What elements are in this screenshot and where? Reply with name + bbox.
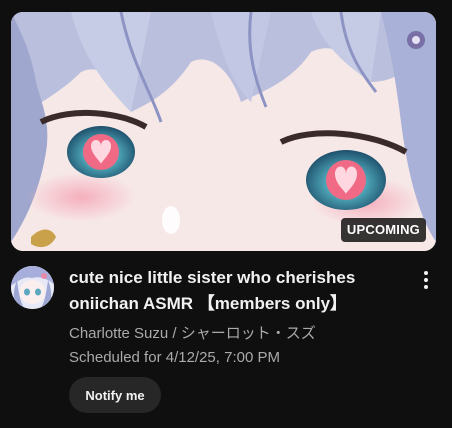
notify-me-button[interactable]: Notify me bbox=[69, 377, 161, 413]
kebab-dot bbox=[424, 271, 428, 275]
video-title-line-1: cute nice little sister who cherishes bbox=[69, 268, 356, 287]
kebab-dot bbox=[424, 285, 428, 289]
thumbnail-artwork bbox=[11, 12, 436, 251]
upcoming-badge: UPCOMING bbox=[340, 218, 426, 242]
more-vert-icon[interactable] bbox=[414, 268, 438, 292]
video-thumbnail[interactable]: UPCOMING bbox=[11, 12, 436, 251]
video-card: UPCOMING cute nice little sister who che… bbox=[0, 0, 452, 428]
video-title[interactable]: cute nice little sister who cherishes on… bbox=[69, 265, 399, 317]
video-title-line-2: oniichan ASMR 【members only】 bbox=[69, 294, 348, 313]
avatar-artwork bbox=[11, 266, 54, 309]
channel-name[interactable]: Charlotte Suzu / シャーロット・スズ bbox=[69, 324, 316, 344]
channel-avatar[interactable] bbox=[11, 266, 54, 309]
kebab-dot bbox=[424, 278, 428, 282]
scheduled-time: Scheduled for 4/12/25, 7:00 PM bbox=[69, 349, 280, 366]
